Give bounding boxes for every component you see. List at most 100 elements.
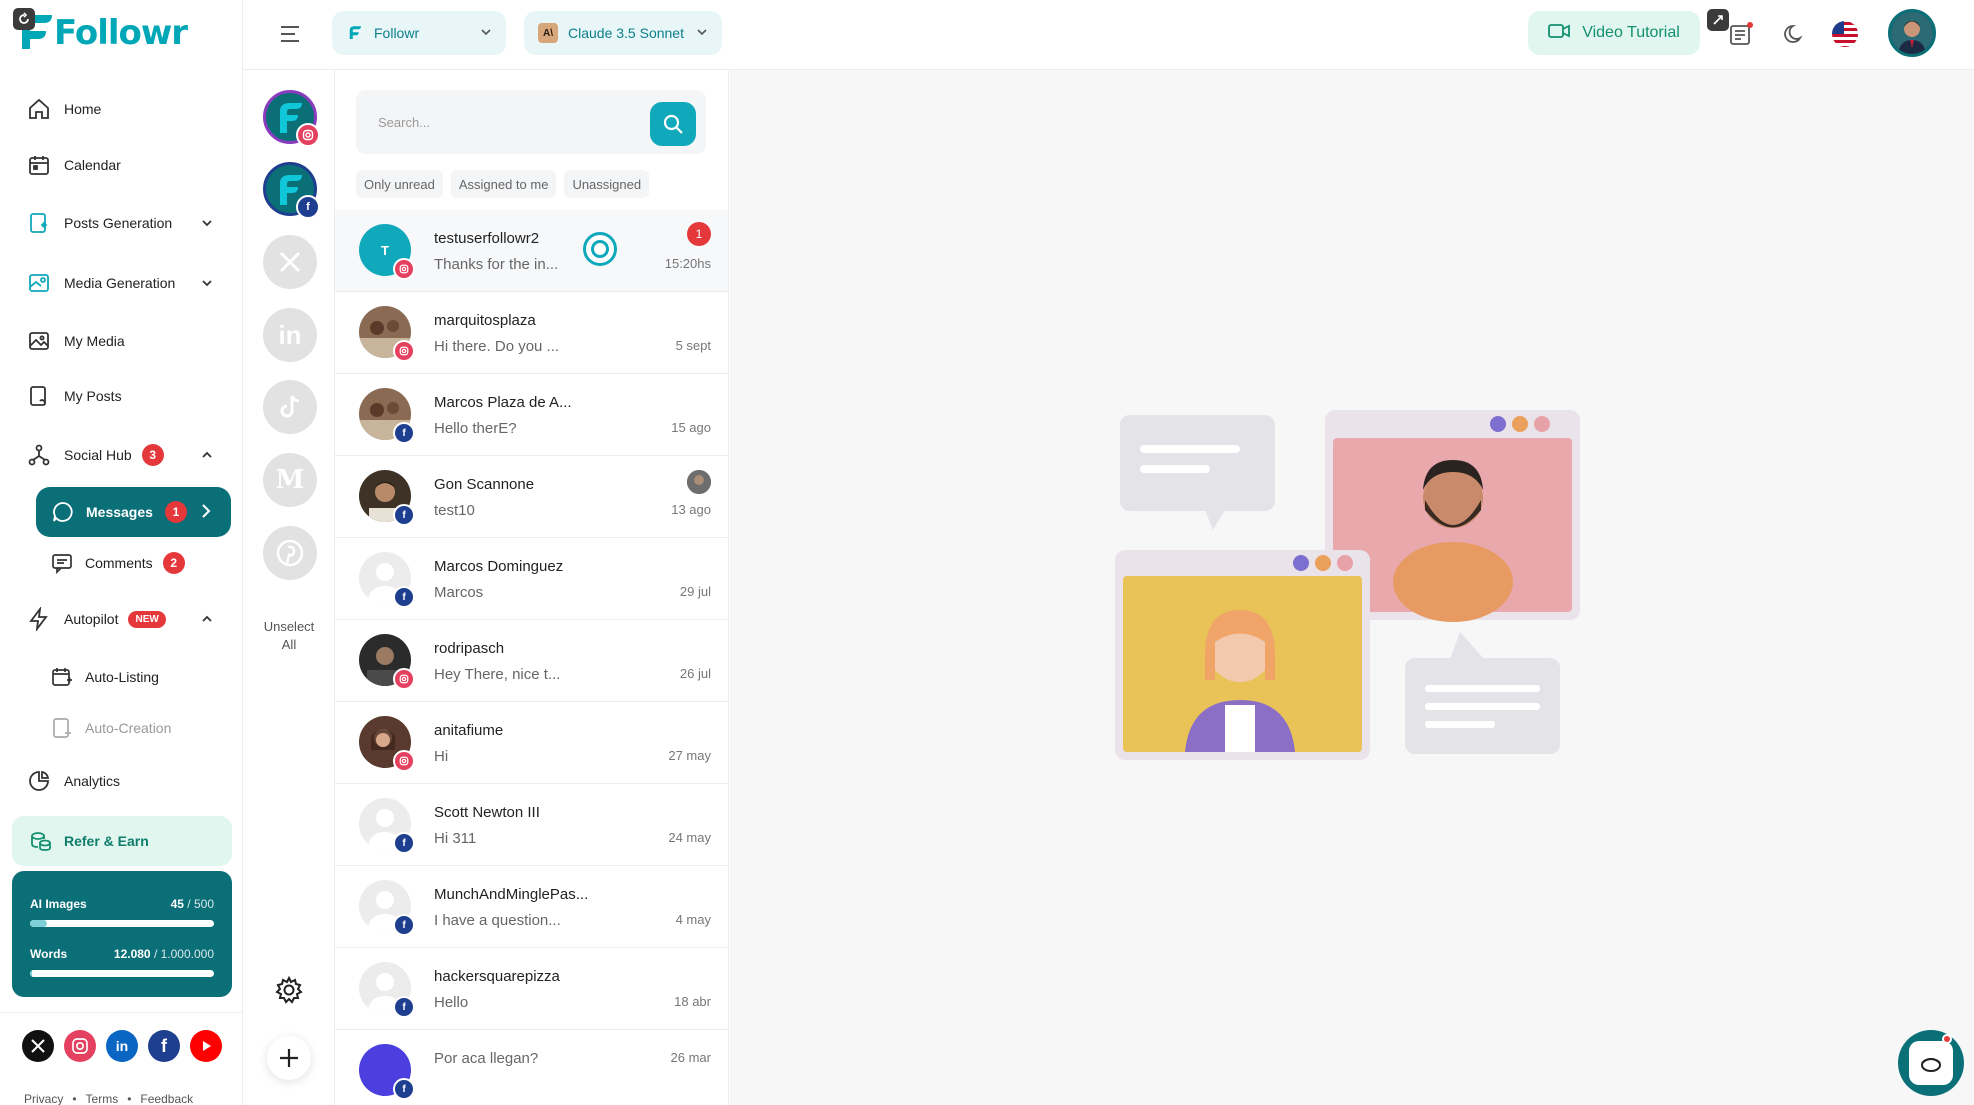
- words-used: 12.080: [113, 947, 151, 961]
- support-chat-button[interactable]: [1898, 1030, 1964, 1096]
- anthropic-icon-text: A\: [538, 23, 558, 43]
- conversation-row[interactable]: f Marcos Plaza de A... Hello therE? 15 a…: [335, 374, 728, 456]
- conversation-row[interactable]: f Gon Scannone test10 13 ago: [335, 456, 728, 538]
- conversation-row[interactable]: f hackersquarepizza Hello 18 abr: [335, 948, 728, 1030]
- conversation-row[interactable]: marquitosplaza Hi there. Do you ... 5 se…: [335, 292, 728, 374]
- chevron-down-icon[interactable]: [200, 216, 214, 233]
- news-icon[interactable]: [1726, 19, 1756, 49]
- sidebar-item-social-hub[interactable]: Social Hub 3: [26, 435, 226, 475]
- chevron-up-icon[interactable]: [200, 612, 214, 629]
- expand-icon[interactable]: [1707, 9, 1729, 31]
- facebook-icon: f: [393, 586, 415, 608]
- privacy-link[interactable]: Privacy: [24, 1092, 63, 1105]
- anthropic-icon: A\: [538, 23, 558, 43]
- facebook-icon: f: [296, 195, 320, 219]
- sidebar-item-my-posts[interactable]: My Posts: [26, 376, 226, 416]
- linkedin-icon[interactable]: in: [106, 1030, 138, 1062]
- posts-generation-icon: [26, 210, 52, 236]
- account-instagram[interactable]: [263, 90, 320, 147]
- app-logo[interactable]: Followr: [12, 8, 192, 58]
- youtube-icon[interactable]: [190, 1030, 222, 1062]
- conversation-row[interactable]: f Marcos Dominguez Marcos 29 jul: [335, 538, 728, 620]
- sidebar-item-media-generation[interactable]: Media Generation: [26, 263, 226, 303]
- conversation-row[interactable]: f Por aca llegan? 26 mar: [335, 1030, 728, 1105]
- sidebar-item-posts-generation[interactable]: Posts Generation: [26, 203, 226, 243]
- conversation-row[interactable]: f Scott Newton III Hi 311 24 may: [335, 784, 728, 866]
- gear-icon[interactable]: [273, 974, 305, 1006]
- conversation-row[interactable]: f MunchAndMinglePas... I have a question…: [335, 866, 728, 948]
- messages-badge: 1: [164, 501, 187, 523]
- filter-unassigned[interactable]: Unassigned: [564, 170, 650, 198]
- account-pinterest[interactable]: [263, 526, 317, 580]
- dark-mode-moon-icon[interactable]: [1779, 19, 1809, 49]
- facebook-icon: f: [393, 422, 415, 444]
- contact-name: Marcos Dominguez: [434, 558, 564, 575]
- new-badge: NEW: [128, 610, 166, 628]
- facebook-icon[interactable]: f: [148, 1030, 180, 1062]
- sidebar-item-home[interactable]: Home: [26, 89, 226, 129]
- feedback-link[interactable]: Feedback: [140, 1092, 193, 1105]
- last-message: Hello: [434, 994, 469, 1011]
- last-message: Marcos: [434, 584, 484, 601]
- words-progress-fill: [30, 970, 33, 977]
- sidebar-item-autopilot[interactable]: Autopilot NEW: [26, 599, 226, 639]
- message-time: 27 may: [668, 748, 711, 763]
- message-time: 15 ago: [671, 420, 711, 435]
- search-icon: [663, 114, 683, 134]
- contact-name: hackersquarepizza: [434, 968, 560, 985]
- terms-link[interactable]: Terms: [86, 1092, 119, 1105]
- contact-name: Marcos Plaza de A...: [434, 394, 572, 411]
- video-chat-illustration: [1115, 410, 1580, 760]
- account-facebook[interactable]: f: [263, 162, 320, 219]
- social-links: in f: [22, 1030, 222, 1062]
- sidebar-item-comments[interactable]: Comments 2: [50, 543, 230, 583]
- sidebar-item-calendar[interactable]: Calendar: [26, 145, 226, 185]
- message-time: 18 abr: [674, 994, 711, 1009]
- contact-name: Scott Newton III: [434, 804, 540, 821]
- last-message: Hello therE?: [434, 420, 517, 437]
- filter-only-unread[interactable]: Only unread: [356, 170, 443, 198]
- account-x[interactable]: [263, 235, 317, 289]
- chevron-up-icon[interactable]: [200, 448, 214, 465]
- account-tiktok[interactable]: [263, 380, 317, 434]
- chevron-down-icon[interactable]: [200, 276, 214, 293]
- image-icon: [26, 328, 52, 354]
- sidebar-item-auto-creation[interactable]: Auto-Creation: [50, 708, 230, 748]
- add-account-button[interactable]: [267, 1036, 311, 1080]
- assignee-avatar: [687, 470, 711, 494]
- words-row: Words 12.080 / 1.000.000: [30, 947, 214, 961]
- user-avatar[interactable]: [1888, 9, 1936, 57]
- account-medium[interactable]: M: [263, 453, 317, 507]
- ai-model-dropdown[interactable]: A\ Claude 3.5 Sonnet: [524, 11, 722, 55]
- sidebar-item-refer-earn[interactable]: Refer & Earn: [12, 816, 232, 866]
- x-twitter-icon[interactable]: [22, 1030, 54, 1062]
- sidebar-item-label: Auto-Creation: [85, 720, 172, 736]
- facebook-icon: f: [393, 1078, 415, 1100]
- sidebar-item-my-media[interactable]: My Media: [26, 321, 226, 361]
- contact-name: marquitosplaza: [434, 312, 536, 329]
- conversation-row[interactable]: T testuserfollowr2 Thanks for the in... …: [335, 210, 728, 292]
- instagram-icon[interactable]: [64, 1030, 96, 1062]
- sidebar-item-label: Messages: [86, 504, 153, 520]
- filter-assigned-to-me[interactable]: Assigned to me: [450, 170, 557, 198]
- sidebar-item-messages[interactable]: Messages 1: [36, 487, 231, 537]
- sidebar-item-label: Home: [64, 101, 102, 117]
- conversation-row[interactable]: rodripasch Hey There, nice t... 26 jul: [335, 620, 728, 702]
- workspace-dropdown[interactable]: Followr: [332, 11, 506, 55]
- refresh-icon[interactable]: [13, 8, 35, 30]
- chat-bubble-icon: [50, 499, 76, 525]
- video-tutorial-button[interactable]: Video Tutorial: [1528, 11, 1700, 55]
- loading-ring-icon: [583, 232, 617, 266]
- search-input[interactable]: [356, 90, 646, 154]
- sidebar-item-auto-listing[interactable]: Auto-Listing: [50, 657, 230, 697]
- search-button[interactable]: [650, 102, 696, 146]
- account-linkedin[interactable]: in: [263, 308, 317, 362]
- lightning-icon: [26, 606, 52, 632]
- unselect-all-button[interactable]: Unselect All: [243, 618, 335, 654]
- notification-dot: [1942, 1034, 1952, 1044]
- conversation-row[interactable]: anitafiume Hi 27 may: [335, 702, 728, 784]
- us-flag-language-icon[interactable]: [1830, 19, 1860, 49]
- menu-icon[interactable]: [278, 22, 302, 46]
- sidebar-item-analytics[interactable]: Analytics: [26, 761, 226, 801]
- message-time: 5 sept: [675, 338, 711, 353]
